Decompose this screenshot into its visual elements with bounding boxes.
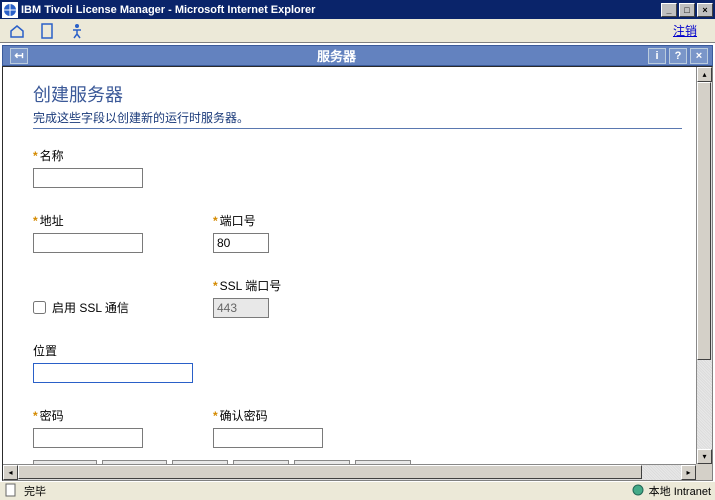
logout-link[interactable]: 注销 (673, 22, 707, 39)
name-input[interactable] (33, 168, 143, 188)
help-icon[interactable]: ? (669, 48, 687, 64)
scroll-down-icon[interactable]: ▾ (697, 449, 712, 464)
confirm-password-label: *确认密码 (213, 407, 393, 424)
enable-ssl-label: 启用 SSL 通信 (52, 299, 129, 316)
maximize-button[interactable]: □ (679, 3, 695, 17)
browser-toolbar: 注销 (0, 19, 715, 43)
status-text: 完毕 (24, 483, 46, 499)
password-input[interactable] (33, 428, 143, 448)
form-content: 创建服务器 完成这些字段以创建新的运行时服务器。 *名称 *地址 *端口号 (3, 67, 712, 481)
panel-close-icon[interactable]: × (690, 48, 708, 64)
window-title: IBM Tivoli License Manager - Microsoft I… (21, 4, 659, 16)
location-input[interactable] (33, 363, 193, 383)
scroll-left-icon[interactable]: ◂ (3, 465, 18, 480)
location-label: 位置 (33, 342, 213, 359)
port-input[interactable] (213, 233, 269, 253)
vertical-thumb[interactable] (697, 82, 711, 360)
name-label: *名称 (33, 147, 213, 164)
port-label: *端口号 (213, 212, 393, 229)
document-icon[interactable] (38, 22, 56, 40)
scroll-up-icon[interactable]: ▴ (697, 67, 712, 82)
nav-back-icon[interactable]: ↤ (10, 48, 28, 64)
scroll-right-icon[interactable]: ▸ (681, 465, 696, 480)
info-icon[interactable]: i (648, 48, 666, 64)
accessibility-icon[interactable] (68, 22, 86, 40)
minimize-button[interactable]: _ (661, 3, 677, 17)
section-title: 服务器 (28, 46, 645, 65)
ie-icon (2, 2, 18, 18)
vertical-scrollbar[interactable]: ▴ ▾ (696, 67, 712, 464)
confirm-password-input[interactable] (213, 428, 323, 448)
status-page-icon (4, 483, 18, 500)
zone-text: 本地 Intranet (649, 483, 711, 499)
home-icon[interactable] (8, 22, 26, 40)
section-header: ↤ 服务器 i ? × (2, 45, 713, 66)
enable-ssl-checkbox[interactable] (33, 301, 46, 314)
ssl-port-input (213, 298, 269, 318)
status-bar: 完毕 本地 Intranet (0, 481, 715, 500)
horizontal-scrollbar[interactable]: ◂ ▸ (3, 464, 696, 480)
window-close-button[interactable]: × (697, 3, 713, 17)
horizontal-thumb[interactable] (18, 465, 642, 479)
page-title: 创建服务器 (33, 81, 682, 107)
window-titlebar: IBM Tivoli License Manager - Microsoft I… (0, 0, 715, 19)
divider (33, 128, 682, 129)
zone-icon (631, 483, 645, 500)
address-label: *地址 (33, 212, 213, 229)
content-viewport: 创建服务器 完成这些字段以创建新的运行时服务器。 *名称 *地址 *端口号 (2, 66, 713, 481)
ssl-port-label: *SSL 端口号 (213, 277, 393, 294)
page-subtitle: 完成这些字段以创建新的运行时服务器。 (33, 109, 682, 126)
scrollbar-corner (696, 464, 712, 480)
password-label: *密码 (33, 407, 213, 424)
address-input[interactable] (33, 233, 143, 253)
